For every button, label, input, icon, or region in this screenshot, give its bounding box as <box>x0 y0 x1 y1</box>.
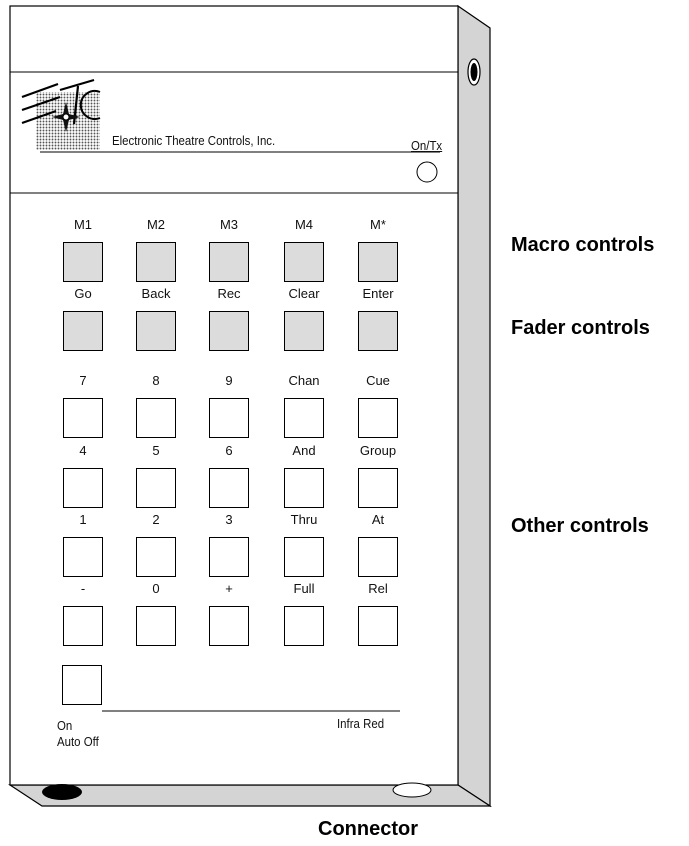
key-label-6: 6 <box>225 443 233 458</box>
key-label-plus: + <box>225 581 233 596</box>
on-tx-indicator <box>416 161 438 183</box>
on-tx-label: On/Tx <box>411 138 443 153</box>
on-label: On <box>57 718 73 733</box>
key-chan[interactable] <box>284 398 324 438</box>
key-full[interactable] <box>284 606 324 646</box>
key-plus[interactable] <box>209 606 249 646</box>
key-label-back: Back <box>141 286 171 301</box>
key-label-5: 5 <box>152 443 160 458</box>
side-jack-inner <box>470 63 478 81</box>
key-cue[interactable] <box>358 398 398 438</box>
key-9[interactable] <box>209 398 249 438</box>
key-minus[interactable] <box>63 606 103 646</box>
key-enter[interactable] <box>358 311 398 351</box>
key-mstar[interactable] <box>358 242 398 282</box>
key-label-cue: Cue <box>366 373 390 388</box>
key-m2[interactable] <box>136 242 176 282</box>
key-rel[interactable] <box>358 606 398 646</box>
key-back[interactable] <box>136 311 176 351</box>
auto-off-label: Auto Off <box>57 734 99 749</box>
key-clear[interactable] <box>284 311 324 351</box>
key-2[interactable] <box>136 537 176 577</box>
key-label-at: At <box>371 512 385 527</box>
key-label-and: And <box>292 443 316 458</box>
key-label-3: 3 <box>225 512 233 527</box>
key-label-enter: Enter <box>362 286 394 301</box>
key-6[interactable] <box>209 468 249 508</box>
key-label-7: 7 <box>79 373 87 388</box>
key-label-chan: Chan <box>288 373 320 388</box>
key-m1[interactable] <box>63 242 103 282</box>
other-controls-callout: Other controls <box>511 515 649 537</box>
key-label-go: Go <box>74 286 92 301</box>
key-0[interactable] <box>136 606 176 646</box>
key-label-clear: Clear <box>288 286 320 301</box>
key-5[interactable] <box>136 468 176 508</box>
fader-controls-callout: Fader controls <box>511 317 650 339</box>
key-at[interactable] <box>358 537 398 577</box>
key-m3[interactable] <box>209 242 249 282</box>
company-name: Electronic Theatre Controls, Inc. <box>112 133 276 148</box>
connector-port <box>42 784 82 800</box>
key-label-m4: M4 <box>294 217 314 232</box>
key-label-1: 1 <box>79 512 87 527</box>
key-rec[interactable] <box>209 311 249 351</box>
power-button[interactable] <box>62 665 102 705</box>
key-8[interactable] <box>136 398 176 438</box>
key-m4[interactable] <box>284 242 324 282</box>
key-label-group: Group <box>359 443 397 458</box>
key-label-2: 2 <box>152 512 160 527</box>
key-label-full: Full <box>293 581 315 596</box>
key-label-rec: Rec <box>217 286 241 301</box>
key-and[interactable] <box>284 468 324 508</box>
key-label-m2: M2 <box>146 217 166 232</box>
key-label-rel: Rel <box>368 581 388 596</box>
key-thru[interactable] <box>284 537 324 577</box>
infra-red-label: Infra Red <box>337 716 385 731</box>
key-label-mstar: M* <box>370 217 386 232</box>
key-7[interactable] <box>63 398 103 438</box>
ir-window <box>392 782 432 798</box>
key-label-0: 0 <box>152 581 160 596</box>
key-group[interactable] <box>358 468 398 508</box>
connector-callout: Connector <box>318 818 418 840</box>
key-1[interactable] <box>63 537 103 577</box>
key-label-m1: M1 <box>73 217 93 232</box>
key-label-m3: M3 <box>219 217 239 232</box>
key-label-9: 9 <box>225 373 233 388</box>
key-label-8: 8 <box>152 373 160 388</box>
key-label-thru: Thru <box>290 512 318 527</box>
key-4[interactable] <box>63 468 103 508</box>
key-label-minus: - <box>80 581 86 596</box>
key-label-4: 4 <box>79 443 87 458</box>
key-3[interactable] <box>209 537 249 577</box>
remote-side-panel <box>457 4 491 808</box>
key-go[interactable] <box>63 311 103 351</box>
macro-controls-callout: Macro controls <box>511 234 655 256</box>
